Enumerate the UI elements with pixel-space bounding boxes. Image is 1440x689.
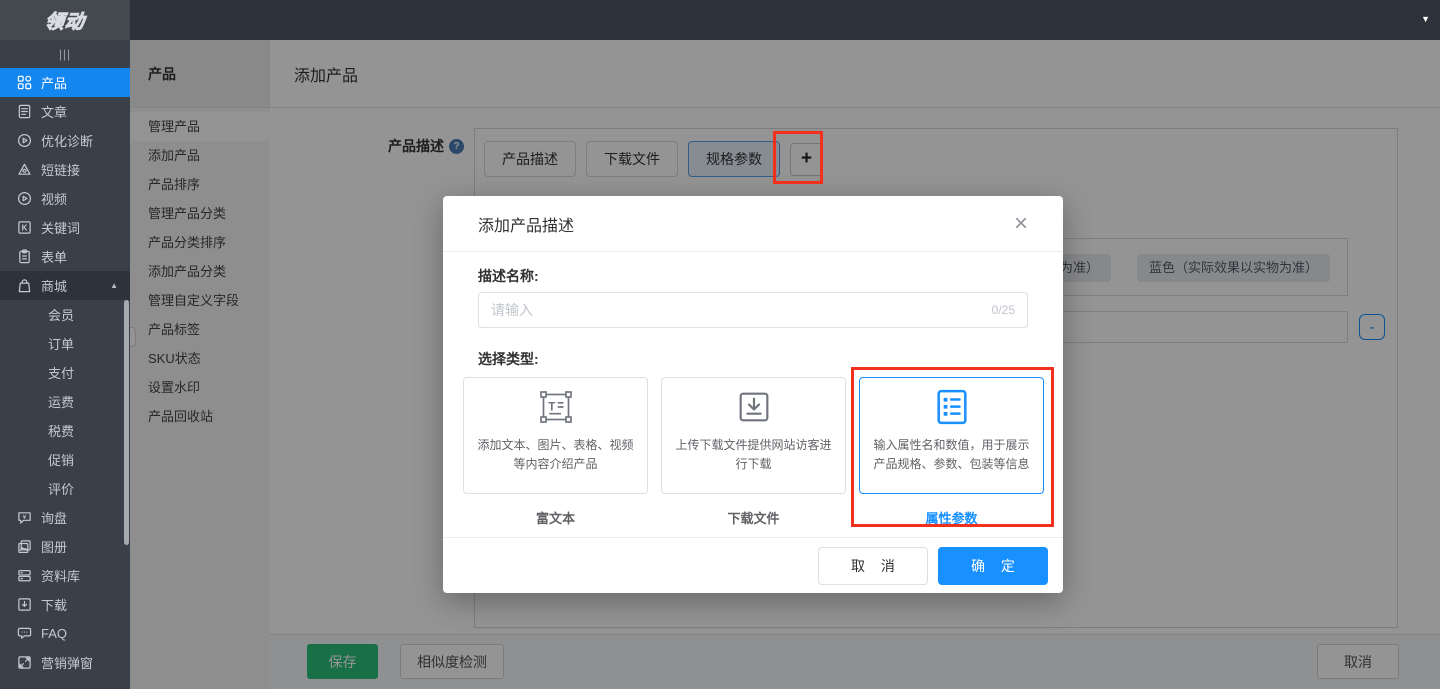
sidebar-item-label: 资料库 [41, 566, 80, 585]
sidebar-item-label: 产品 [41, 73, 67, 92]
sidebar-item-label: 促销 [48, 450, 74, 469]
sidebar-item-label: 询盘 [41, 508, 67, 527]
type-card-description: 输入属性名和数值，用于展示产品规格、参数、包装等信息 [860, 436, 1043, 474]
type-card-label: 属性参数 [859, 508, 1044, 527]
sidebar-item-label: 营销弹窗 [41, 653, 93, 672]
type-card-description: 上传下载文件提供网站访客进行下载 [662, 436, 845, 474]
sidebar-item-shortlink[interactable]: 短链接 [0, 155, 130, 184]
shortlink-icon [17, 162, 32, 177]
faq-icon [17, 626, 32, 641]
type-card-rich-text[interactable]: T 添加文本、图片、表格、视频等内容介绍产品富文本 [463, 377, 648, 527]
modal-cancel-button[interactable]: 取 消 [818, 547, 928, 585]
download-icon [17, 597, 32, 612]
type-cards: T添加文本、图片、表格、视频等内容介绍产品富文本上传下载文件提供网站访客进行下载… [463, 377, 1044, 527]
type-card-box[interactable]: 上传下载文件提供网站访客进行下载 [661, 377, 846, 494]
sidebar: ||| 产品文章优化诊断短链接视频 K 关键词表单商城 ▲ 会员订单支付运费税费促销评价… [0, 40, 130, 689]
sidebar-item-mall[interactable]: 商城 ▲ [0, 271, 130, 300]
modal-header: 添加产品描述 × [443, 196, 1063, 252]
top-bar: 领动 ▼ [0, 0, 1440, 40]
sidebar-item-library[interactable]: 资料库 [0, 561, 130, 590]
sidebar-item-label: 订单 [48, 334, 74, 353]
sidebar-item-reviews[interactable]: 评价 [0, 474, 130, 503]
sidebar-item-download[interactable]: 下载 [0, 590, 130, 619]
modal-confirm-button[interactable]: 确 定 [938, 547, 1048, 585]
modal-footer: 取 消 确 定 [443, 537, 1063, 593]
sidebar-collapse-handle[interactable]: ||| [0, 40, 130, 68]
attribute-params-icon [860, 378, 1043, 436]
sidebar-item-tax[interactable]: 税费 [0, 416, 130, 445]
doc-icon [17, 104, 32, 119]
sidebar-item-label: 商城 [41, 276, 67, 295]
sidebar-item-payment[interactable]: 支付 [0, 358, 130, 387]
sidebar-item-label: 优化诊断 [41, 131, 93, 150]
svg-text:¥: ¥ [23, 514, 27, 521]
sidebar-item-label: 短链接 [41, 160, 80, 179]
svg-text:K: K [22, 224, 28, 233]
sidebar-item-label: 表单 [41, 247, 67, 266]
sidebar-item-keywords[interactable]: K 关键词 [0, 213, 130, 242]
select-type-label: 选择类型: [478, 349, 539, 369]
sidebar-item-label: 下载 [41, 595, 67, 614]
play-icon [17, 133, 32, 148]
type-card-box[interactable]: 输入属性名和数值，用于展示产品规格、参数、包装等信息 [859, 377, 1044, 494]
library-icon [17, 568, 32, 583]
rich-text-icon: T [464, 378, 647, 436]
album-icon [17, 539, 32, 554]
sidebar-item-popup[interactable]: 营销弹窗 [0, 648, 130, 677]
sidebar-item-label: 关键词 [41, 218, 80, 237]
sidebar-scrollbar-thumb[interactable] [124, 300, 129, 545]
sidebar-item-label: 运费 [48, 392, 74, 411]
grid-icon [17, 75, 32, 90]
sidebar-item-label: 文章 [41, 102, 67, 121]
sidebar-item-optimization[interactable]: 优化诊断 [0, 126, 130, 155]
user-menu-caret-icon[interactable]: ▼ [1421, 14, 1430, 24]
modal-title: 添加产品描述 [478, 212, 574, 236]
close-icon[interactable]: × [1014, 214, 1028, 234]
sidebar-item-inquiry[interactable]: ¥ 询盘 [0, 503, 130, 532]
sidebar-item-orders[interactable]: 订单 [0, 329, 130, 358]
char-counter: 0/25 [992, 303, 1015, 317]
type-card-attribute-params[interactable]: 输入属性名和数值，用于展示产品规格、参数、包装等信息属性参数 [859, 377, 1044, 527]
sidebar-item-members[interactable]: 会员 [0, 300, 130, 329]
sidebar-item-label: FAQ [41, 626, 67, 641]
description-name-input[interactable]: 请输入 0/25 [478, 292, 1028, 328]
sidebar-item-album[interactable]: 图册 [0, 532, 130, 561]
sidebar-menu: 产品文章优化诊断短链接视频 K 关键词表单商城 ▲ 会员订单支付运费税费促销评价 ¥ 询盘图… [0, 68, 130, 677]
add-description-modal: 添加产品描述 × 描述名称: 请输入 0/25 选择类型: T 添加文本、图片、表… [443, 196, 1063, 593]
type-card-download-file[interactable]: 上传下载文件提供网站访客进行下载下载文件 [661, 377, 846, 527]
sidebar-item-products[interactable]: 产品 [0, 68, 130, 97]
type-card-label: 下载文件 [661, 508, 846, 527]
sidebar-item-video[interactable]: 视频 [0, 184, 130, 213]
sidebar-item-faq[interactable]: FAQ [0, 619, 130, 648]
description-name-label: 描述名称: [478, 266, 539, 286]
type-card-box[interactable]: T 添加文本、图片、表格、视频等内容介绍产品 [463, 377, 648, 494]
logo-block: 领动 [0, 0, 130, 40]
sidebar-item-label: 视频 [41, 189, 67, 208]
sidebar-item-label: 税费 [48, 421, 74, 440]
sidebar-item-promotion[interactable]: 促销 [0, 445, 130, 474]
svg-text:T: T [548, 400, 555, 413]
input-placeholder: 请输入 [491, 300, 992, 320]
sidebar-item-forms[interactable]: 表单 [0, 242, 130, 271]
sidebar-item-shipping[interactable]: 运费 [0, 387, 130, 416]
sidebar-item-label: 图册 [41, 537, 67, 556]
download-file-icon [662, 378, 845, 436]
sidebar-item-label: 会员 [48, 305, 74, 324]
keyword-icon: K [17, 220, 32, 235]
type-card-label: 富文本 [463, 508, 648, 527]
popup-icon [17, 655, 32, 670]
collapse-arrow-icon: ▲ [110, 281, 118, 290]
sidebar-item-label: 支付 [48, 363, 74, 382]
brand-logo: 领动 [44, 7, 87, 34]
bag-icon [17, 278, 32, 293]
inquiry-icon: ¥ [17, 510, 32, 525]
clipboard-icon [17, 249, 32, 264]
sidebar-item-articles[interactable]: 文章 [0, 97, 130, 126]
type-card-description: 添加文本、图片、表格、视频等内容介绍产品 [464, 436, 647, 474]
play-icon [17, 191, 32, 206]
sidebar-item-label: 评价 [48, 479, 74, 498]
